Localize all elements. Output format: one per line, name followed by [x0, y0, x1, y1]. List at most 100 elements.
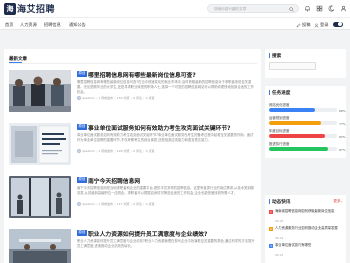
login-button[interactable]: 登录 [314, 22, 328, 28]
news-card-title: 动态快讯 [269, 199, 290, 205]
title-accent-bar [269, 199, 270, 204]
top-bar: 海 海艾招聘 HAIAIZHAOPIN 搜索你感兴趣的文章 [0, 0, 350, 17]
article-title[interactable]: 哪里招聘信息网有哪些最新岗位信息可查? [88, 70, 196, 79]
news-rank-badge: 3 [269, 243, 273, 248]
progress-bar [269, 108, 337, 112]
progress-fill [269, 121, 322, 125]
search-card-title: 搜索 [269, 53, 281, 59]
chevron-right-icon: › [340, 199, 342, 204]
user-icon[interactable] [340, 5, 347, 12]
logo-mark: 海 [4, 2, 16, 15]
article-excerpt: 哪里招聘信息网有哪些最新岗位信息可查?在当今快速变化的就业市场中,及时获取最新的… [77, 79, 254, 94]
author-name[interactable]: Ipadmin [83, 96, 95, 100]
publish-time: 1 周前发布 [98, 96, 114, 100]
article-item[interactable]: 原创 南宁今天招聘信息网 南宁今天招聘信息网是当地求职者和企业的重要平台,提供丰… [9, 176, 257, 220]
search-input[interactable]: 搜索你感兴趣的文章 [207, 4, 299, 13]
logo-subtitle: HAIAIZHAOPIN [17, 11, 34, 13]
progress-fill [269, 108, 316, 112]
progress-percent: 77% [339, 121, 346, 126]
article-item[interactable]: 原创 事业单位面试服务如何有效助力考生攻克面试关键环节? 事业单位面试服务如何有… [9, 123, 257, 167]
progress-bar [269, 147, 337, 151]
bell-icon[interactable] [304, 5, 311, 12]
sidebar-search-card: 搜索 [265, 49, 346, 78]
news-title[interactable]: 人力资源服务行业如何推动企业高质量发展 [275, 226, 342, 236]
article-thumbnail[interactable] [9, 123, 71, 165]
title-accent-bar [269, 53, 270, 58]
news-rank-badge: 2 [269, 226, 273, 231]
article-excerpt: 职业人力资源如何提升员工满意度与企业绩效?职业人力资源管理在现代企业中扮演着至关… [77, 238, 255, 248]
view-count: 117 浏览 [116, 202, 130, 206]
moon-icon[interactable] [328, 5, 335, 12]
search-placeholder: 搜索你感兴趣的文章 [214, 7, 247, 11]
publish-time: 1 周前发布 [98, 149, 114, 153]
search-card-label: 搜索 [272, 53, 282, 59]
progress-percent: 83% [339, 134, 346, 139]
toggle-knob [338, 22, 343, 27]
author-name[interactable]: Ipadmin [83, 149, 95, 153]
comment-count: 0 评论 [133, 149, 142, 153]
progress-bar [269, 134, 337, 138]
progress-label: 运营规划进度 [269, 116, 290, 120]
progress-label: 网站优化进度 [269, 103, 290, 107]
progress-percent: 68% [339, 108, 346, 113]
article-tag: 原创 [77, 230, 87, 236]
author-avatar [77, 149, 81, 153]
article-tag: 原创 [77, 71, 87, 77]
article-thumbnail[interactable] [9, 229, 71, 263]
article-title[interactable]: 事业单位面试服务如何有效助力考生攻克面试关键环节? [88, 123, 231, 132]
news-card-label: 动态快讯 [272, 199, 291, 205]
nav-hr[interactable]: 人力资源 [20, 22, 37, 28]
news-date: 08-25 [275, 219, 284, 223]
news-date: 08-23 [275, 253, 284, 257]
like-count: 0 点赞 [145, 202, 155, 206]
news-title[interactable]: 海南省招聘信息网如何获取最新岗位信息 [275, 209, 342, 219]
login-label: 登录 [320, 22, 329, 27]
task-progress-card: 任务进度 网站优化进度 68% 运营规划进度 77% 年度目标进度 83% 推进… [265, 86, 346, 158]
news-date: 08-24 [275, 236, 284, 240]
nav-home[interactable]: 首页 [5, 22, 13, 28]
contribute-label: 投稿 [302, 22, 311, 27]
progress-card-title: 任务进度 [269, 90, 290, 96]
article-title[interactable]: 职业人力资源如何提升员工满意度与企业绩效? [88, 229, 207, 238]
sidebar-search-input[interactable] [269, 62, 316, 70]
edit-icon [296, 22, 301, 27]
login-user-icon [314, 23, 319, 28]
view-count: 153 浏览 [116, 96, 130, 100]
main-nav: 首页 人力资源 招聘信息 通知公告 投稿 登录 [0, 17, 350, 30]
nav-jobs[interactable]: 招聘信息 [44, 22, 61, 28]
news-rank-badge: 1 [269, 209, 273, 214]
menu-grid-icon[interactable] [316, 5, 323, 12]
search-icon[interactable] [289, 6, 294, 12]
article-meta: Ipadmin | 1 周前发布 | 128 浏览 | 0 评论 | 0 点赞 [77, 149, 154, 153]
author-name[interactable]: Ipadmin [83, 202, 95, 206]
like-count: 0 点赞 [145, 149, 155, 153]
comment-count: 0 评论 [133, 202, 142, 206]
article-title[interactable]: 南宁今天招聘信息网 [88, 176, 140, 185]
article-thumbnail[interactable] [9, 176, 71, 218]
latest-articles-card: 最新文章 原创 哪里招聘信息网有哪些最新岗位信息可查? 哪里招聘信息网有哪些最新… [4, 49, 261, 263]
article-item[interactable]: 原创 哪里招聘信息网有哪些最新岗位信息可查? 哪里招聘信息网有哪些最新岗位信息可… [9, 70, 257, 114]
article-thumbnail[interactable] [9, 70, 71, 112]
article-tag: 原创 [77, 177, 87, 183]
progress-label: 年度目标进度 [269, 129, 290, 133]
author-avatar [77, 202, 81, 206]
article-meta: Ipadmin | 1 周前发布 | 153 浏览 | 0 评论 | 0 点赞 [77, 96, 154, 100]
comment-count: 0 评论 [133, 96, 142, 100]
article-item[interactable]: 原创 职业人力资源如何提升员工满意度与企业绩效? 职业人力资源如何提升员工满意度… [9, 229, 257, 263]
site-logo[interactable]: 海 海艾招聘 [4, 2, 55, 15]
like-count: 0 点赞 [145, 96, 155, 100]
news-more-label: 更多 [333, 199, 341, 203]
news-flash-card: 动态快讯 更多 › 1 海南省招聘信息网如何获取最新岗位信息 08-25 2 人… [265, 195, 346, 263]
title-accent-bar [269, 90, 270, 95]
news-title[interactable]: 事业单位面试技巧有哪些 [275, 243, 342, 253]
news-more-link[interactable]: 更多 › [333, 199, 342, 204]
progress-card-label: 任务进度 [272, 90, 291, 96]
progress-label: 推进执行进度 [269, 142, 290, 146]
contribute-button[interactable]: 投稿 [296, 22, 310, 28]
theme-toggle[interactable] [333, 21, 343, 27]
progress-fill [269, 147, 329, 151]
logo-text: 海艾招聘 [17, 5, 56, 15]
nav-notices[interactable]: 通知公告 [69, 22, 86, 28]
progress-fill [269, 134, 326, 138]
article-meta: Ipadmin | 1 周前发布 | 117 浏览 | 0 评论 | 0 点赞 [77, 202, 154, 206]
